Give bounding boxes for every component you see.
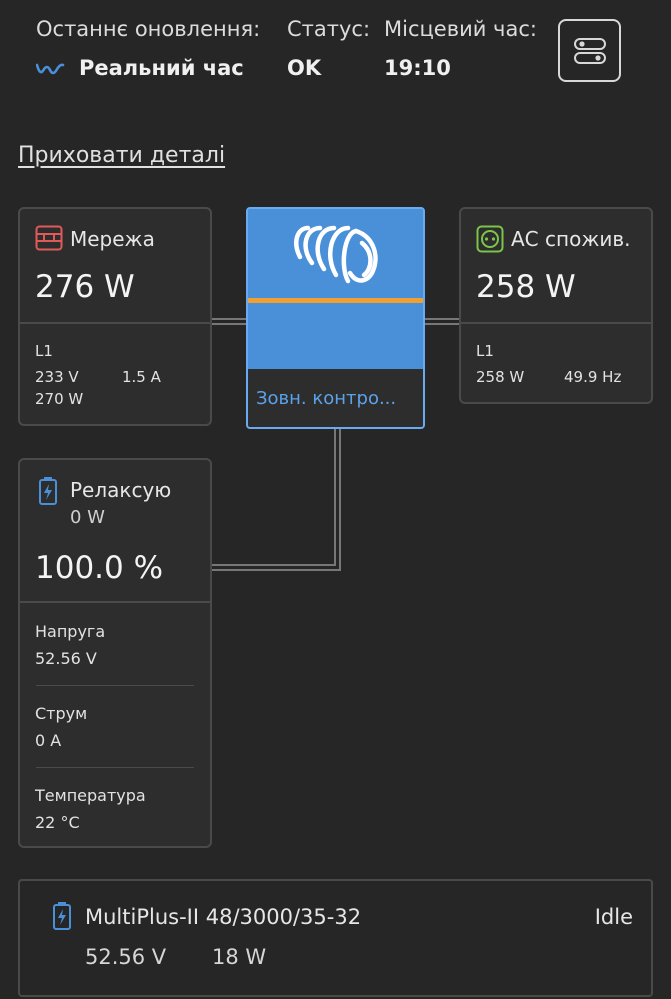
device-power: 18 W (212, 945, 267, 969)
battery-state: Релаксую (70, 478, 172, 502)
ac-loads-frequency: 49.9 Hz (564, 368, 622, 386)
inverter-card[interactable]: Зовн. контро... (246, 207, 425, 429)
battery-soc: 100.0 % (35, 550, 164, 586)
ac-wire-2 (424, 323, 461, 325)
toggle-switches-icon (573, 37, 606, 64)
battery-current-value: 0 A (35, 731, 62, 750)
ac-loads-phase: L1 (476, 342, 494, 360)
grid-card[interactable]: Мережа 276 W L1 233 V 1.5 A 270 W (18, 207, 212, 426)
device-voltage: 52.56 V (85, 945, 167, 969)
grid-wire (210, 318, 247, 320)
battery-voltage-value: 52.56 V (35, 649, 97, 668)
realtime-wave-icon (36, 63, 65, 75)
status-label: Статус: (287, 17, 371, 41)
inverter-stripe (248, 298, 423, 303)
switches-button[interactable] (558, 19, 621, 82)
last-update-value: Реальний час (79, 56, 244, 80)
page: Останнє оновлення: Статус: Місцевий час:… (0, 0, 671, 999)
ac-loads-phase-power: 258 W (476, 368, 525, 386)
device-battery-icon (53, 902, 71, 930)
grid-voltage: 233 V (35, 368, 79, 386)
grid-wire-2 (210, 323, 247, 325)
inverter-mode-label: Зовн. контро... (256, 388, 397, 409)
grid-icon (35, 225, 63, 251)
ac-loads-title: АС спожив. (511, 227, 631, 251)
ac-wire (424, 318, 461, 320)
ac-outlet-icon (476, 225, 504, 253)
grid-phase-power: 270 W (35, 390, 84, 408)
grid-power: 276 W (35, 269, 135, 305)
battery-icon (39, 477, 57, 505)
last-update-label: Останнє оновлення: (36, 17, 261, 41)
battery-wire-h2 (210, 569, 341, 571)
device-row[interactable]: MultiPlus-II 48/3000/35-32 Idle 52.56 V … (18, 879, 653, 997)
battery-wire-v (334, 428, 336, 566)
local-time-value: 19:10 (384, 56, 451, 80)
battery-voltage-label: Напруга (35, 622, 106, 641)
victron-logo-icon (294, 225, 378, 284)
hide-details-link[interactable]: Приховати деталі (18, 143, 225, 168)
ac-loads-card[interactable]: АС спожив. 258 W L1 258 W 49.9 Hz (459, 207, 653, 404)
battery-card[interactable]: Релаксую 0 W 100.0 % Напруга 52.56 V Стр… (18, 458, 212, 848)
battery-temperature-value: 22 °C (35, 813, 80, 832)
battery-current-label: Струм (35, 704, 88, 723)
battery-wire-v2 (339, 428, 341, 571)
grid-title: Мережа (70, 227, 155, 251)
battery-temperature-label: Температура (35, 786, 146, 805)
status-value: OK (287, 56, 322, 80)
grid-current: 1.5 A (122, 368, 161, 386)
device-state: Idle (594, 905, 633, 929)
device-name: MultiPlus-II 48/3000/35-32 (85, 905, 362, 929)
ac-loads-power: 258 W (476, 269, 576, 305)
grid-phase: L1 (35, 342, 53, 360)
local-time-label: Місцевий час: (384, 17, 537, 41)
battery-wire-h (210, 564, 336, 566)
battery-power: 0 W (70, 507, 105, 528)
